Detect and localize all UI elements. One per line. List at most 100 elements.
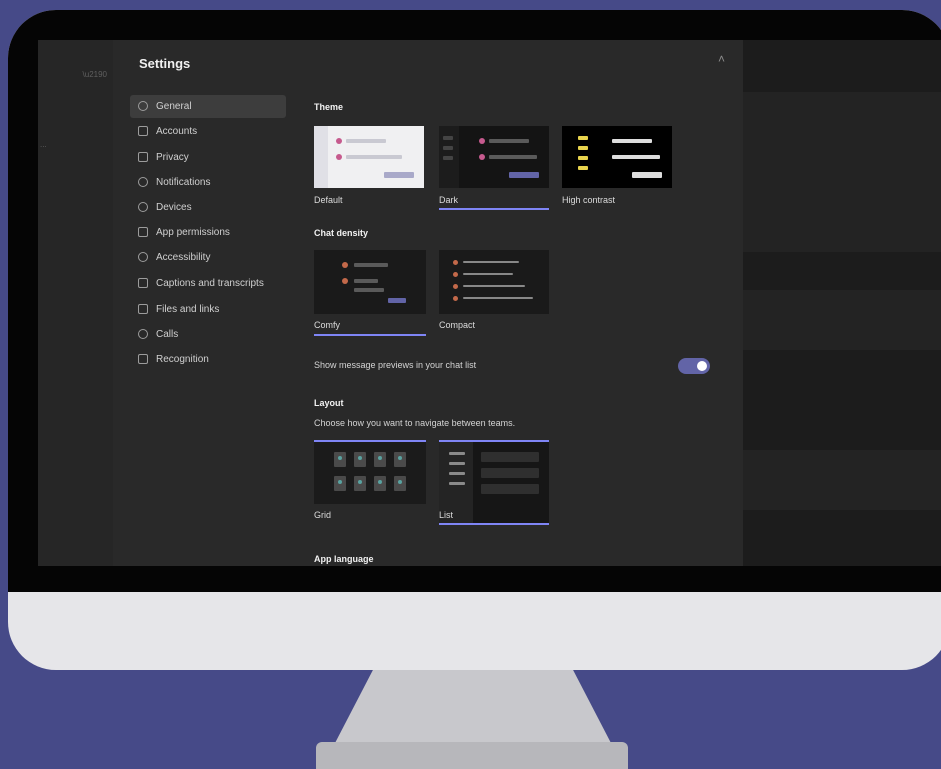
thumb-bar [346, 155, 402, 159]
layout-grid-thumbnail[interactable] [314, 440, 426, 504]
grid-tile [374, 476, 386, 491]
layout-list-label: List [439, 510, 454, 520]
accessibility-icon [138, 252, 148, 262]
background-card [743, 92, 941, 252]
avatar [479, 138, 485, 144]
avatar [453, 284, 458, 289]
selected-indicator [439, 208, 549, 210]
nav-item-captions[interactable]: Captions and transcripts [130, 272, 286, 295]
thumb-bar [443, 156, 453, 160]
thumb-bar [489, 139, 529, 143]
thumb-bar [449, 462, 465, 465]
account-icon [138, 126, 148, 136]
thumb-bar [489, 155, 537, 159]
background-card [743, 450, 941, 510]
avatar [336, 154, 342, 160]
nav-item-general[interactable]: General [130, 95, 286, 118]
thumb-bar [612, 155, 660, 159]
grid-tile [354, 476, 366, 491]
thumb-bar [346, 139, 386, 143]
nav-item-devices[interactable]: Devices [130, 196, 286, 219]
avatar [453, 296, 458, 301]
theme-high-contrast-label: High contrast [562, 195, 616, 205]
nav-item-calls[interactable]: Calls [130, 323, 286, 346]
theme-dark-thumbnail[interactable] [439, 126, 549, 188]
nav-item-label: Privacy [156, 152, 189, 163]
layout-grid-label: Grid [314, 510, 332, 520]
background-row [38, 510, 113, 520]
density-compact-thumbnail[interactable] [439, 250, 549, 314]
thumb-bar [449, 472, 465, 475]
message-preview-toggle[interactable] [678, 358, 710, 374]
grid-tile [334, 476, 346, 491]
background-row [38, 302, 113, 312]
background-card [743, 290, 941, 350]
theme-default-label: Default [314, 195, 343, 205]
captions-icon [138, 278, 148, 288]
thumb-bar [509, 172, 539, 178]
gear-icon [138, 101, 148, 111]
thumb-bar [443, 146, 453, 150]
thumb-bar [481, 468, 539, 478]
nav-item-notifications[interactable]: Notifications [130, 171, 286, 194]
permissions-icon [138, 227, 148, 237]
theme-default-thumbnail[interactable] [314, 126, 424, 188]
monitor-base [316, 742, 628, 769]
density-comfy-label: Comfy [314, 320, 341, 330]
background-row [38, 380, 113, 390]
thumb-sidebar [314, 126, 328, 188]
density-comfy-thumbnail[interactable] [314, 250, 426, 314]
theme-dark-label: Dark [439, 195, 459, 205]
thumb-bar [384, 172, 414, 178]
nav-item-label: General [156, 101, 192, 112]
nav-item-accessibility[interactable]: Accessibility [130, 246, 286, 269]
thumb-bar [354, 288, 384, 292]
nav-item-files[interactable]: Files and links [130, 298, 286, 321]
thumb-bar [388, 298, 406, 303]
grid-tile [394, 452, 406, 467]
thumb-bar [578, 156, 588, 160]
nav-item-recognition[interactable]: Recognition [130, 348, 286, 371]
avatar [479, 154, 485, 160]
background-row [38, 472, 113, 482]
nav-item-privacy[interactable]: Privacy [130, 146, 286, 169]
chat-density-heading: Chat density [314, 228, 369, 238]
avatar [336, 138, 342, 144]
thumb-bar [463, 273, 513, 275]
thumb-bar [463, 285, 525, 287]
nav-item-label: Calls [156, 329, 179, 340]
nav-item-app-permissions[interactable]: App permissions [130, 221, 286, 244]
background-row [38, 540, 113, 550]
layout-list-thumbnail[interactable] [439, 440, 549, 524]
nav-item-label: Recognition [156, 354, 209, 365]
theme-heading: Theme [314, 102, 344, 112]
nav-item-label: Captions and transcripts [156, 278, 264, 289]
nav-item-label: Files and links [156, 304, 220, 315]
selected-indicator [314, 334, 426, 336]
collapse-icon[interactable]: ˄ [718, 52, 725, 66]
background-conversation [743, 40, 941, 566]
phone-icon [138, 329, 148, 339]
thumb-bar [463, 261, 519, 263]
thumb-bar [578, 146, 588, 150]
grid-tile [354, 452, 366, 467]
background-row [38, 222, 113, 232]
grid-tile [374, 452, 386, 467]
layout-heading: Layout [314, 398, 344, 408]
nav-item-label: Accessibility [156, 252, 211, 263]
thumb-bar [578, 136, 588, 140]
recognition-icon [138, 354, 148, 364]
theme-high-contrast-thumbnail[interactable] [562, 126, 672, 188]
selected-indicator [439, 523, 549, 525]
background-row: \u2190 [82, 70, 107, 79]
message-preview-label: Show message previews in your chat list [314, 360, 477, 370]
nav-item-label: Devices [156, 202, 192, 213]
settings-title: Settings [139, 56, 191, 71]
nav-item-label: Accounts [156, 126, 198, 137]
avatar [453, 260, 458, 265]
bell-icon [138, 177, 148, 187]
nav-item-label: App permissions [156, 227, 230, 238]
background-chat-list: \u2190 ... [38, 40, 113, 566]
nav-item-accounts[interactable]: Accounts [130, 120, 286, 143]
background-row [38, 254, 113, 264]
